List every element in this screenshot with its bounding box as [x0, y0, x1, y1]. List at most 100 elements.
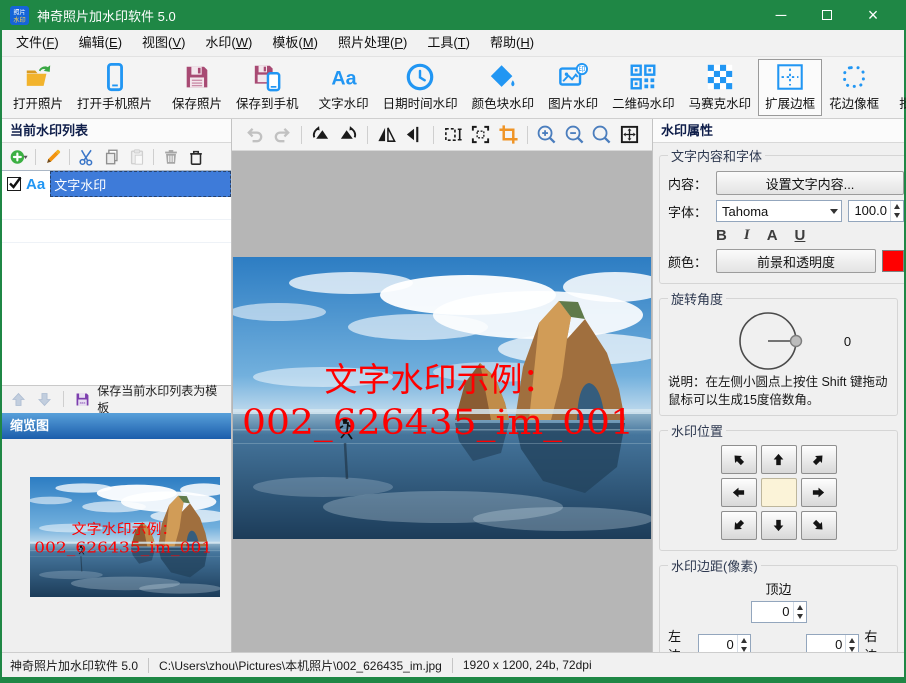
datetime-watermark-button[interactable]: 日期时间水印: [376, 59, 465, 116]
item-checkbox[interactable]: [7, 177, 21, 191]
toolbar-button-label: 保存照片: [172, 93, 222, 112]
spin-down-icon[interactable]: [797, 614, 803, 619]
edit-watermark-button[interactable]: [41, 145, 64, 168]
photo-preview[interactable]: [233, 257, 651, 539]
chevron-down-icon[interactable]: [826, 201, 841, 221]
position-left-button[interactable]: [721, 478, 757, 507]
menu-item-P[interactable]: 照片处理(P): [328, 30, 417, 56]
toolbar-separator: [153, 149, 154, 165]
content-label: 内容：: [668, 174, 710, 193]
margin-right-spinner[interactable]: 0: [806, 634, 859, 652]
margin-group-label: 水印边距(像素): [668, 556, 761, 575]
menu-item-H[interactable]: 帮助(H): [480, 30, 544, 56]
spinner-buttons[interactable]: [845, 635, 858, 652]
font-size-spinner[interactable]: 100.0: [848, 200, 904, 222]
spin-up-icon[interactable]: [894, 204, 900, 209]
mosaic-watermark-button[interactable]: 马赛克水印: [682, 59, 759, 116]
batch-watermark-button[interactable]: 批批量加水印: [892, 59, 906, 116]
menu-item-M[interactable]: 模板(M): [262, 30, 328, 56]
spin-up-icon[interactable]: [741, 638, 747, 643]
spin-down-icon[interactable]: [741, 647, 747, 652]
minimize-button[interactable]: ─: [758, 0, 804, 30]
list-empty-row: [2, 220, 231, 243]
image-watermark-button[interactable]: 印图片水印: [541, 59, 605, 116]
underline-button[interactable]: U: [795, 227, 806, 244]
toolbar-separator: [367, 126, 368, 144]
menu-item-T[interactable]: 工具(T): [417, 30, 480, 56]
move-down-button[interactable]: [33, 388, 55, 411]
position-right-button[interactable]: [801, 478, 837, 507]
flip-horizontal-button[interactable]: [374, 123, 400, 147]
add-watermark-button[interactable]: [7, 145, 30, 168]
save-to-phone-button[interactable]: 保存到手机: [229, 59, 306, 116]
undo-button[interactable]: [242, 123, 268, 147]
open-photo-button[interactable]: 打开照片: [6, 59, 70, 116]
italic-button[interactable]: I: [744, 227, 750, 244]
position-down-button[interactable]: [761, 511, 797, 540]
close-button[interactable]: ×: [850, 0, 896, 30]
rotation-dial[interactable]: [706, 309, 840, 373]
fg-opacity-button[interactable]: 前景和透明度: [716, 249, 876, 273]
spinner-buttons[interactable]: [793, 602, 806, 622]
fit-window-button[interactable]: [617, 123, 643, 147]
copy-button[interactable]: [100, 145, 123, 168]
extend-border-button[interactable]: 扩展边框: [758, 59, 822, 116]
position-up-left-button[interactable]: [721, 445, 757, 474]
save-template-button[interactable]: 保存当前水印列表为模板: [97, 382, 226, 416]
position-down-right-button[interactable]: [801, 511, 837, 540]
zoom-out-button[interactable]: [561, 123, 587, 147]
position-center-cell[interactable]: [761, 478, 797, 507]
watermark-item-label: 文字水印: [50, 171, 231, 197]
crop-button[interactable]: [495, 123, 521, 147]
rotation-value: 0: [844, 334, 851, 349]
move-up-button[interactable]: [7, 388, 29, 411]
paste-button[interactable]: [125, 145, 148, 168]
set-text-content-button[interactable]: 设置文字内容...: [716, 171, 904, 195]
maximize-button[interactable]: [804, 0, 850, 30]
watermark-list-item[interactable]: Aa文字水印: [2, 171, 231, 197]
svg-text:照片: 照片: [13, 8, 25, 16]
position-up-button[interactable]: [761, 445, 797, 474]
open-phone-photo-button[interactable]: 打开手机照片: [70, 59, 159, 116]
menu-item-label: 模板: [272, 35, 298, 50]
qrcode-watermark-button[interactable]: 二维码水印: [605, 59, 682, 116]
text-watermark-button[interactable]: Aa文字水印: [312, 59, 376, 116]
colorblock-watermark-button[interactable]: 颜色块水印: [465, 59, 542, 116]
arrow-down-right-icon: [808, 515, 829, 536]
spin-up-icon[interactable]: [797, 605, 803, 610]
spinner-buttons[interactable]: [737, 635, 750, 652]
menu-item-E[interactable]: 编辑(E): [69, 30, 132, 56]
flip-vertical-button[interactable]: [402, 123, 428, 147]
menu-item-V[interactable]: 视图(V): [132, 30, 195, 56]
spinner-buttons[interactable]: [890, 201, 903, 221]
redo-button[interactable]: [270, 123, 296, 147]
bold-button[interactable]: B: [716, 227, 727, 244]
delete-button[interactable]: [159, 145, 182, 168]
margin-left-spinner[interactable]: 0: [698, 634, 751, 652]
font-family-select[interactable]: Tahoma: [716, 200, 842, 222]
rotate-left-button[interactable]: [308, 123, 334, 147]
watermark-list[interactable]: Aa文字水印: [2, 170, 231, 386]
margin-top-spinner[interactable]: 0: [751, 601, 807, 623]
thumbnail-image[interactable]: [30, 477, 220, 597]
rotate-right-button[interactable]: [336, 123, 362, 147]
zoom-actual-button[interactable]: [589, 123, 615, 147]
clear-all-button[interactable]: [184, 145, 207, 168]
font-a-button[interactable]: A: [767, 227, 778, 244]
rotation-knob[interactable]: [790, 336, 801, 347]
spin-down-icon[interactable]: [894, 213, 900, 218]
canvas[interactable]: [232, 151, 652, 652]
resize-button[interactable]: [440, 123, 466, 147]
menu-item-F[interactable]: 文件(F): [6, 30, 69, 56]
cut-button[interactable]: [75, 145, 98, 168]
spin-down-icon[interactable]: [849, 647, 855, 652]
zoom-in-button[interactable]: [534, 123, 560, 147]
spin-up-icon[interactable]: [849, 638, 855, 643]
lace-frame-button[interactable]: 花边像框: [822, 59, 886, 116]
position-up-right-button[interactable]: [801, 445, 837, 474]
position-down-left-button[interactable]: [721, 511, 757, 540]
save-photo-button[interactable]: 保存照片: [165, 59, 229, 116]
color-swatch[interactable]: [882, 250, 904, 272]
expand-canvas-button[interactable]: [468, 123, 494, 147]
menu-item-W[interactable]: 水印(W): [195, 30, 262, 56]
